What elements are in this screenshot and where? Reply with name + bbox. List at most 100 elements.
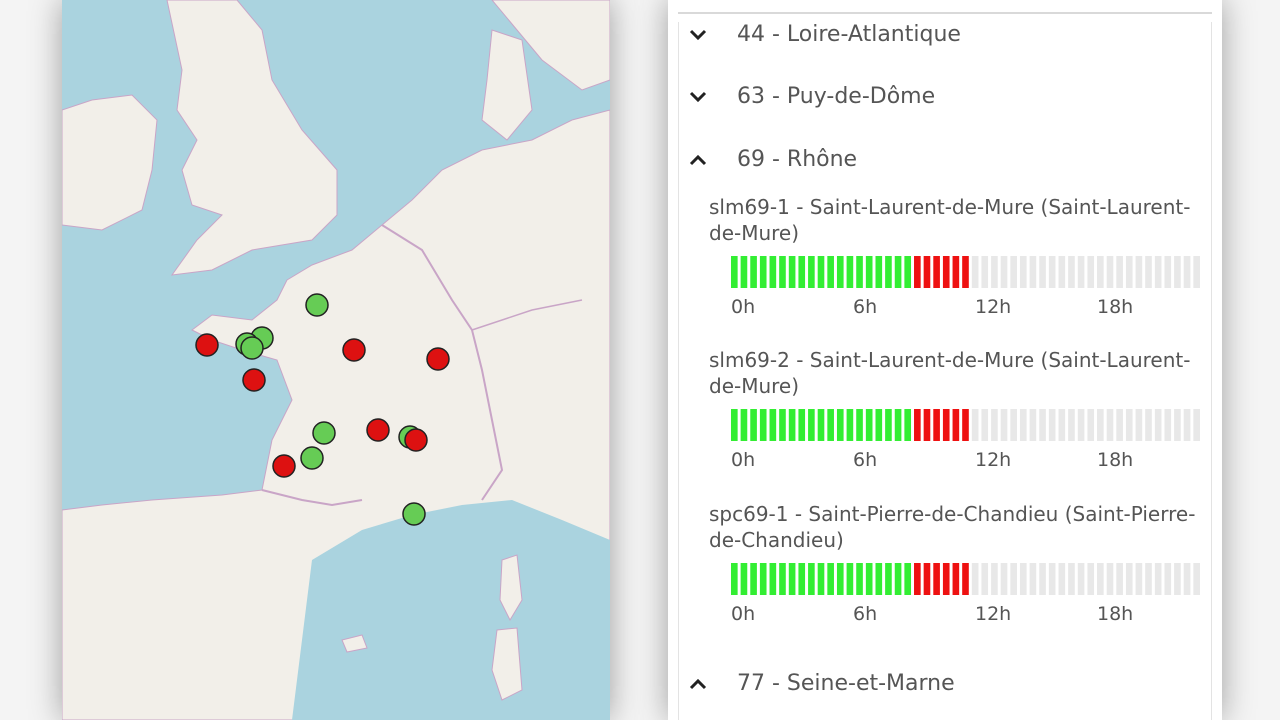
hour-segment <box>1000 563 1008 595</box>
hour-segment <box>1145 256 1152 288</box>
department-row-44[interactable]: 44 - Loire-Atlantique <box>679 16 1211 56</box>
station-marker-red[interactable] <box>342 338 366 362</box>
hour-segment <box>894 563 902 595</box>
hour-segment <box>1193 409 1200 441</box>
time-axis: 0h 6h 12h 18h <box>731 449 1203 473</box>
hour-segment <box>933 563 940 595</box>
hour-segment <box>991 256 998 288</box>
hour-segment <box>1125 409 1133 441</box>
map-view[interactable] <box>62 0 610 720</box>
hour-segment <box>1029 256 1037 288</box>
hour-segment <box>923 563 931 595</box>
hour-segment <box>1097 256 1104 288</box>
hour-segment <box>904 256 912 288</box>
station-title: slm69-1 - Saint-Laurent-de-Mure (Saint-L… <box>709 195 1191 245</box>
hour-segment <box>779 409 786 441</box>
station-marker-red[interactable] <box>195 333 219 357</box>
station-marker-red[interactable] <box>366 418 390 442</box>
hour-segment <box>808 409 815 441</box>
hour-segment <box>1183 563 1191 595</box>
hour-segment <box>827 256 834 288</box>
station-marker-red[interactable] <box>404 428 428 452</box>
hour-segment <box>1000 256 1008 288</box>
hour-segment <box>971 409 979 441</box>
hour-segment <box>1010 256 1017 288</box>
hour-segment <box>1068 256 1075 288</box>
hour-segment <box>865 409 873 441</box>
tick-label: 6h <box>853 296 878 318</box>
tick-label: 18h <box>1097 296 1134 318</box>
hour-segment <box>991 563 998 595</box>
hour-segment <box>971 563 979 595</box>
hour-segment <box>894 256 902 288</box>
hour-segment <box>1019 409 1027 441</box>
hour-segment <box>991 409 998 441</box>
hour-segment <box>1116 409 1123 441</box>
hour-segment <box>904 409 912 441</box>
hour-segment <box>759 563 767 595</box>
station-marker-green[interactable] <box>240 336 264 360</box>
hour-segment <box>769 563 777 595</box>
hour-segment <box>836 409 844 441</box>
hour-segment <box>1183 256 1191 288</box>
station-marker-green[interactable] <box>300 446 324 470</box>
hour-segment <box>827 563 834 595</box>
station-marker-red[interactable] <box>242 368 266 392</box>
hour-segment <box>808 563 815 595</box>
department-row-63[interactable]: 63 - Puy-de-Dôme <box>679 78 1211 118</box>
hour-segment <box>1116 256 1123 288</box>
hour-segment <box>856 563 863 595</box>
hour-segment <box>856 409 863 441</box>
station-marker-green[interactable] <box>312 421 336 445</box>
hour-segment <box>1135 256 1143 288</box>
chevron-down-icon <box>687 86 709 108</box>
hour-segment <box>885 256 892 288</box>
station-marker-red[interactable] <box>426 347 450 371</box>
hour-segment <box>875 409 883 441</box>
station-marker-red[interactable] <box>272 454 296 478</box>
hour-segment <box>788 409 796 441</box>
hour-segment <box>1125 256 1133 288</box>
tick-label: 18h <box>1097 603 1134 625</box>
department-list[interactable]: 44 - Loire-Atlantique 63 - Puy-de-Dôme 6… <box>678 22 1212 720</box>
hour-segment <box>865 563 873 595</box>
hour-segment <box>1154 409 1162 441</box>
hour-segment <box>1048 563 1056 595</box>
hour-segment <box>846 409 854 441</box>
tick-label: 12h <box>975 603 1012 625</box>
department-row-77[interactable]: 77 - Seine-et-Marne <box>679 665 1211 705</box>
hour-segment <box>731 409 738 441</box>
hour-segment <box>1000 409 1008 441</box>
hour-segment <box>933 256 940 288</box>
hour-segment <box>1087 563 1095 595</box>
tick-label: 0h <box>731 603 756 625</box>
hour-segment <box>1039 256 1046 288</box>
department-row-69[interactable]: 69 - Rhône <box>679 141 1211 181</box>
search-bar-bottom-edge <box>678 0 1212 14</box>
hour-segment <box>1039 409 1046 441</box>
station-marker-green[interactable] <box>305 293 329 317</box>
hour-segment <box>1019 563 1027 595</box>
hour-segment <box>759 256 767 288</box>
hour-segment <box>962 563 969 595</box>
hour-segment <box>875 563 883 595</box>
hour-segment <box>808 256 815 288</box>
hour-segment <box>798 409 806 441</box>
hour-segment <box>981 256 989 288</box>
station-item[interactable]: spc69-1 - Saint-Pierre-de-Chandieu (Sain… <box>709 501 1205 625</box>
department-label: 44 - Loire-Atlantique <box>737 22 961 47</box>
station-marker-green[interactable] <box>402 502 426 526</box>
map-screen <box>62 0 610 720</box>
hour-segment <box>769 256 777 288</box>
hour-segment <box>731 256 738 288</box>
department-label: 69 - Rhône <box>737 147 858 172</box>
hour-segment <box>1174 563 1181 595</box>
station-item[interactable]: slm69-1 - Saint-Laurent-de-Mure (Saint-L… <box>709 194 1205 318</box>
hour-segment <box>1106 409 1114 441</box>
station-list-screen: 44 - Loire-Atlantique 63 - Puy-de-Dôme 6… <box>668 0 1222 720</box>
hour-segment <box>1125 563 1133 595</box>
hour-segment <box>798 563 806 595</box>
station-item[interactable]: slm69-2 - Saint-Laurent-de-Mure (Saint-L… <box>709 347 1205 471</box>
hour-segment <box>894 409 902 441</box>
hour-segment <box>1174 256 1181 288</box>
